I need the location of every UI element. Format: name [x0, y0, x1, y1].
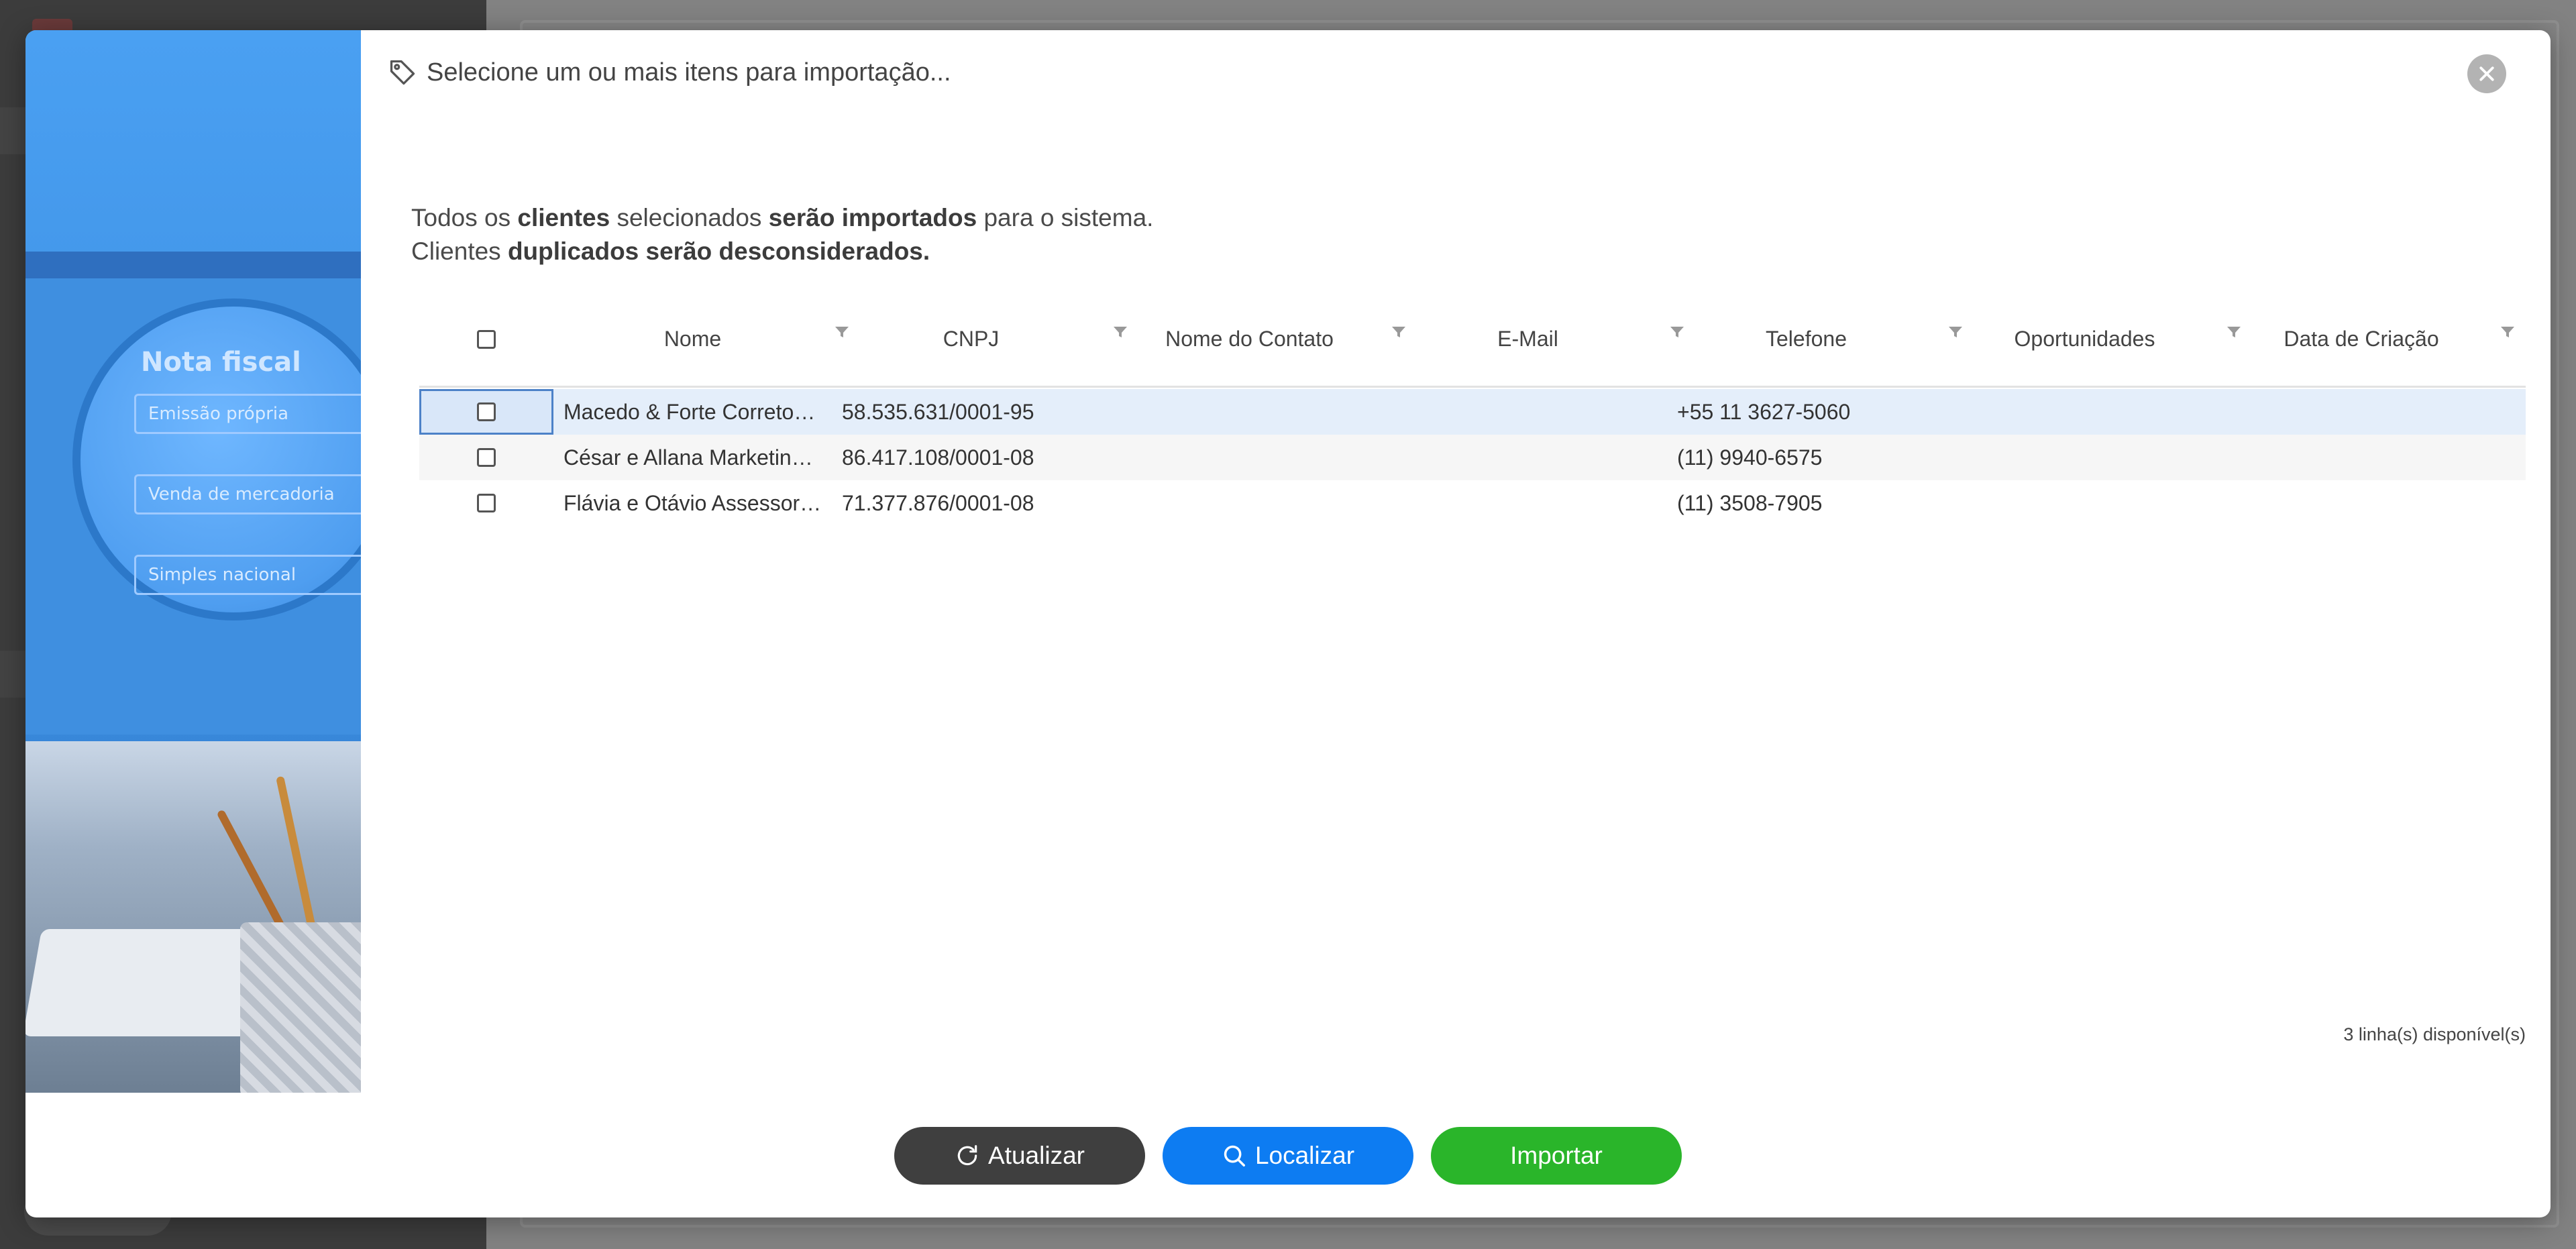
row-checkbox[interactable]: [477, 494, 496, 512]
cell-nome: César e Allana Marketing ME: [564, 445, 822, 470]
import-modal: Nota fiscal Emissão própria Venda de mer…: [25, 30, 2551, 1217]
column-header-email[interactable]: E-Mail: [1389, 290, 1667, 388]
refresh-icon: [957, 1145, 977, 1166]
refresh-button[interactable]: Atualizar: [894, 1127, 1145, 1185]
import-button-label: Importar: [1510, 1142, 1603, 1169]
grid-body: Macedo & Forte Corretores 58.535.631/000…: [419, 388, 2526, 526]
tag-icon: [390, 60, 415, 85]
filter-icon[interactable]: [2501, 325, 2514, 339]
column-header-nome-do-contato[interactable]: Nome do Contato: [1110, 290, 1389, 388]
cell-oportunidades: [1955, 435, 2224, 480]
table-row[interactable]: Flávia e Otávio Assessoria ME 71.377.876…: [419, 480, 2526, 526]
cell-telefone: (11) 3508-7905: [1677, 491, 1823, 515]
clients-grid: Nome CNPJ Nome do Contato E-Mail Telefon…: [419, 290, 2526, 526]
instructions-line-1: Todos os clientes selecionados serão imp…: [411, 204, 1154, 231]
cell-data-criacao: [2234, 435, 2502, 480]
table-row[interactable]: César e Allana Marketing ME 86.417.108/0…: [419, 435, 2526, 480]
cell-oportunidades: [1955, 389, 2224, 435]
cell-cnpj: 71.377.876/0001-08: [842, 491, 1034, 515]
select-all-checkbox[interactable]: [477, 329, 496, 349]
close-button[interactable]: [2467, 54, 2506, 93]
grid-header: Nome CNPJ Nome do Contato E-Mail Telefon…: [419, 290, 2526, 388]
close-icon: [2479, 66, 2494, 81]
row-select-cell[interactable]: [419, 435, 553, 480]
row-checkbox[interactable]: [477, 448, 496, 467]
cell-nome: Macedo & Forte Corretores: [564, 400, 822, 424]
row-checkbox[interactable]: [477, 402, 496, 421]
column-header-telefone[interactable]: Telefone: [1667, 290, 1945, 388]
find-button[interactable]: Localizar: [1163, 1127, 1413, 1185]
modal-side-illustration: Nota fiscal Emissão própria Venda de mer…: [25, 30, 361, 1093]
cell-email: [1399, 480, 1667, 526]
cell-data-criacao: [2234, 480, 2502, 526]
modal-title: Selecione um ou mais itens para importaç…: [427, 58, 951, 87]
import-button[interactable]: Importar: [1431, 1127, 1682, 1185]
find-button-label: Localizar: [1254, 1142, 1355, 1169]
search-icon: [1224, 1145, 1245, 1166]
instructions-line-2: Clientes duplicados serão desconsiderado…: [411, 237, 930, 265]
cell-telefone: (11) 9940-6575: [1677, 445, 1823, 470]
cell-contato: [1120, 435, 1389, 480]
cell-email: [1399, 435, 1667, 480]
select-all-cell: [419, 290, 553, 388]
row-select-cell[interactable]: [419, 389, 553, 435]
cell-cnpj: 86.417.108/0001-08: [842, 445, 1034, 470]
cell-data-criacao: [2234, 389, 2502, 435]
column-header-nome[interactable]: Nome: [553, 290, 832, 388]
refresh-button-label: Atualizar: [988, 1142, 1085, 1169]
rows-available-count: 3 linha(s) disponível(s): [2343, 1024, 2526, 1044]
cell-contato: [1120, 480, 1389, 526]
table-row[interactable]: Macedo & Forte Corretores 58.535.631/000…: [419, 389, 2526, 435]
cell-contato: [1120, 389, 1389, 435]
cell-nome: Flávia e Otávio Assessoria ME: [564, 491, 822, 515]
cell-email: [1399, 389, 1667, 435]
cell-oportunidades: [1955, 480, 2224, 526]
modal-header: Selecione um ou mais itens para importaç…: [388, 56, 951, 89]
import-instructions: Todos os clientes selecionados serão imp…: [411, 201, 1153, 268]
column-header-oportunidades[interactable]: Oportunidades: [1945, 290, 2224, 388]
cell-telefone: +55 11 3627-5060: [1677, 400, 1851, 424]
column-header-cnpj[interactable]: CNPJ: [832, 290, 1110, 388]
cell-cnpj: 58.535.631/0001-95: [842, 400, 1034, 424]
row-select-cell[interactable]: [419, 480, 553, 526]
column-header-data-de-criacao[interactable]: Data de Criação: [2224, 290, 2499, 388]
